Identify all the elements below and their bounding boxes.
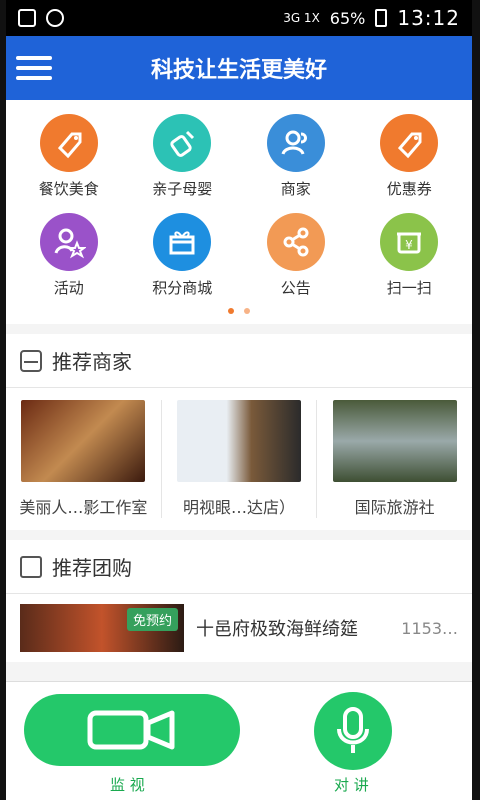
group-buy-item[interactable]: 免预约 十邑府极致海鲜绮筵 1153… [6,594,472,662]
category-merchants[interactable]: 商家 [239,114,353,199]
usb-icon [18,9,36,27]
recommended-group-buy-section: 推荐团购 免预约 十邑府极致海鲜绮筵 1153… [6,540,472,662]
video-camera-icon [87,710,175,750]
status-left [18,9,64,27]
merchant-name: 美丽人…影工作室 [19,498,148,517]
category-label: 公告 [280,279,311,297]
group-buy-icon [20,555,42,578]
merchant-name: 明视眼…达店） [183,498,296,517]
merchant-photo [177,400,301,482]
category-label: 扫一扫 [386,279,432,297]
category-notice[interactable]: 公告 [239,213,353,298]
merchant-card[interactable]: 国际旅游社 [317,400,472,518]
category-label: 活动 [53,279,84,297]
page-indicator [6,304,472,324]
signal-network: 3G 1X [283,11,320,25]
user-star-icon [39,213,98,271]
merchant-photo [332,400,457,482]
group-buy-name: 十邑府极致海鲜绮筵 [196,619,358,640]
recommended-merchants-section: 推荐商家 美丽人…影工作室 明视眼…达店） 国际旅游社 [6,334,472,530]
category-coupons[interactable]: 优惠券 [353,114,467,199]
category-dining[interactable]: 餐饮美食 [12,114,126,199]
page-dot-active[interactable] [228,308,234,314]
group-buy-photo: 免预约 [20,604,184,652]
merchant-list: 美丽人…影工作室 明视眼…达店） 国际旅游社 [6,388,472,530]
page-dot[interactable] [244,308,250,314]
category-events[interactable]: 活动 [12,213,126,298]
battery-text: 65% [329,8,366,28]
section-header: 推荐团购 [6,540,472,594]
group-buy-count: 1153… [401,618,458,638]
category-scan[interactable]: ¥ 扫一扫 [353,213,467,298]
category-points-mall[interactable]: 积分商城 [126,213,240,298]
svg-text:¥: ¥ [405,238,413,252]
category-label: 亲子母婴 [152,180,213,198]
category-label: 商家 [280,180,311,198]
category-label: 积分商城 [152,279,213,297]
bottom-action-bar: 监 视 对 讲 [6,681,472,800]
category-label: 餐饮美食 [38,180,99,198]
section-title: 推荐团购 [52,556,132,580]
no-reservation-badge: 免预约 [126,608,178,631]
battery-icon [375,9,388,27]
device-frame: 3G 1X 65% 13:12 科技让生活更美好 餐饮美食 亲子母婴 商家 优惠… [0,0,480,800]
category-label: 优惠券 [386,180,432,198]
merchant-card[interactable]: 明视眼…达店） [162,400,318,518]
merchant-name: 国际旅游社 [354,498,435,517]
screen: 3G 1X 65% 13:12 科技让生活更美好 餐饮美食 亲子母婴 商家 优惠… [6,0,472,800]
tag-icon [39,114,98,172]
users-icon [266,114,325,172]
gift-icon [153,213,212,271]
baby-bottle-icon [153,114,212,172]
menu-icon[interactable] [16,50,52,86]
merchant-card[interactable]: 美丽人…影工作室 [6,400,162,518]
store-icon [20,349,42,372]
category-baby[interactable]: 亲子母婴 [126,114,240,199]
share-icon [266,213,325,271]
page-title: 科技让生活更美好 [150,58,327,83]
category-grid: 餐饮美食 亲子母婴 商家 优惠券 活动 积分商城 公告 ¥ 扫一扫 [6,100,472,304]
app-header: 科技让生活更美好 [6,36,472,100]
monitor-label: 监 视 [110,776,145,794]
shield-icon [46,9,64,27]
merchant-photo [21,400,146,482]
section-header: 推荐商家 [6,334,472,388]
talk-label: 对 讲 [334,776,369,794]
microphone-icon [337,707,369,753]
clock: 13:12 [397,6,460,30]
status-bar: 3G 1X 65% 13:12 [6,0,472,36]
section-title: 推荐商家 [52,350,132,374]
status-right: 3G 1X 65% 13:12 [283,6,460,30]
scan-yen-icon: ¥ [380,213,439,271]
monitor-button[interactable] [24,694,240,766]
talk-button[interactable] [314,692,392,770]
coupon-tag-icon [380,114,439,172]
